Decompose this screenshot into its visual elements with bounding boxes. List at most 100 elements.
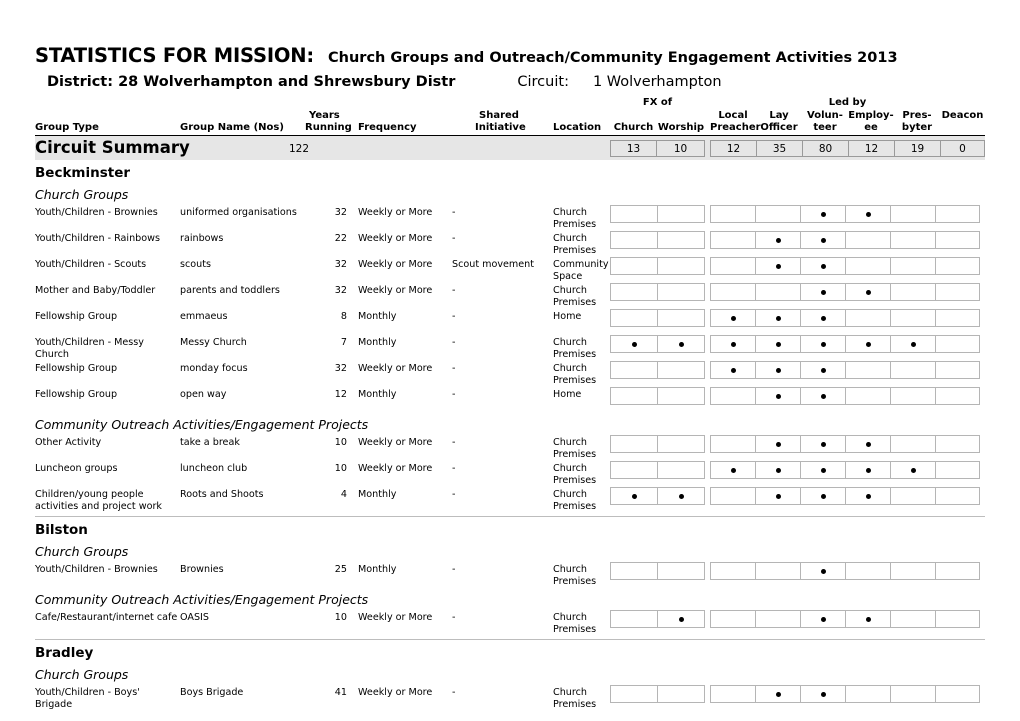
- led-employee-cell[interactable]: [845, 387, 891, 405]
- led-employee-cell[interactable]: [845, 231, 891, 249]
- fx-church-cell[interactable]: [610, 487, 658, 505]
- led-presbyter-cell[interactable]: [890, 461, 936, 479]
- led-volunteer-cell[interactable]: [800, 435, 846, 453]
- led-presbyter-cell[interactable]: [890, 335, 936, 353]
- fx-church-cell[interactable]: [610, 461, 658, 479]
- fx-church-cell[interactable]: [610, 335, 658, 353]
- led-volunteer-cell[interactable]: [800, 361, 846, 379]
- led-employee-cell[interactable]: [845, 283, 891, 301]
- led-local-preacher-cell[interactable]: [710, 461, 756, 479]
- led-lay-officer-cell[interactable]: [755, 387, 801, 405]
- fx-church-cell[interactable]: [610, 562, 658, 580]
- led-presbyter-cell[interactable]: [890, 487, 936, 505]
- led-lay-officer-cell[interactable]: [755, 361, 801, 379]
- led-employee-cell[interactable]: [845, 435, 891, 453]
- led-volunteer-cell[interactable]: [800, 487, 846, 505]
- led-local-preacher-cell[interactable]: [710, 335, 756, 353]
- led-presbyter-cell[interactable]: [890, 685, 936, 703]
- fx-church-cell[interactable]: [610, 435, 658, 453]
- led-local-preacher-cell[interactable]: [710, 685, 756, 703]
- led-lay-officer-cell[interactable]: [755, 335, 801, 353]
- fx-church-cell[interactable]: [610, 361, 658, 379]
- fx-church-cell[interactable]: [610, 257, 658, 275]
- led-deacon-cell[interactable]: [935, 283, 980, 301]
- led-deacon-cell[interactable]: [935, 231, 980, 249]
- fx-worship-cell[interactable]: [657, 562, 705, 580]
- led-presbyter-cell[interactable]: [890, 257, 936, 275]
- led-presbyter-cell[interactable]: [890, 283, 936, 301]
- led-presbyter-cell[interactable]: [890, 610, 936, 628]
- led-employee-cell[interactable]: [845, 335, 891, 353]
- led-volunteer-cell[interactable]: [800, 685, 846, 703]
- led-employee-cell[interactable]: [845, 309, 891, 327]
- led-local-preacher-cell[interactable]: [710, 610, 756, 628]
- led-local-preacher-cell[interactable]: [710, 487, 756, 505]
- led-deacon-cell[interactable]: [935, 610, 980, 628]
- fx-church-cell[interactable]: [610, 283, 658, 301]
- led-local-preacher-cell[interactable]: [710, 562, 756, 580]
- fx-worship-cell[interactable]: [657, 387, 705, 405]
- led-lay-officer-cell[interactable]: [755, 562, 801, 580]
- led-volunteer-cell[interactable]: [800, 205, 846, 223]
- fx-worship-cell[interactable]: [657, 461, 705, 479]
- led-volunteer-cell[interactable]: [800, 562, 846, 580]
- led-local-preacher-cell[interactable]: [710, 205, 756, 223]
- led-employee-cell[interactable]: [845, 487, 891, 505]
- led-lay-officer-cell[interactable]: [755, 487, 801, 505]
- fx-worship-cell[interactable]: [657, 231, 705, 249]
- led-deacon-cell[interactable]: [935, 387, 980, 405]
- fx-worship-cell[interactable]: [657, 610, 705, 628]
- fx-worship-cell[interactable]: [657, 309, 705, 327]
- led-employee-cell[interactable]: [845, 257, 891, 275]
- led-lay-officer-cell[interactable]: [755, 461, 801, 479]
- led-lay-officer-cell[interactable]: [755, 283, 801, 301]
- led-volunteer-cell[interactable]: [800, 610, 846, 628]
- led-presbyter-cell[interactable]: [890, 562, 936, 580]
- led-employee-cell[interactable]: [845, 610, 891, 628]
- led-deacon-cell[interactable]: [935, 685, 980, 703]
- led-employee-cell[interactable]: [845, 361, 891, 379]
- led-lay-officer-cell[interactable]: [755, 685, 801, 703]
- led-deacon-cell[interactable]: [935, 461, 980, 479]
- fx-worship-cell[interactable]: [657, 685, 705, 703]
- led-local-preacher-cell[interactable]: [710, 257, 756, 275]
- led-volunteer-cell[interactable]: [800, 309, 846, 327]
- fx-church-cell[interactable]: [610, 610, 658, 628]
- led-deacon-cell[interactable]: [935, 487, 980, 505]
- fx-worship-cell[interactable]: [657, 361, 705, 379]
- led-lay-officer-cell[interactable]: [755, 610, 801, 628]
- fx-church-cell[interactable]: [610, 387, 658, 405]
- fx-church-cell[interactable]: [610, 685, 658, 703]
- led-volunteer-cell[interactable]: [800, 387, 846, 405]
- led-employee-cell[interactable]: [845, 685, 891, 703]
- fx-church-cell[interactable]: [610, 309, 658, 327]
- led-presbyter-cell[interactable]: [890, 387, 936, 405]
- led-volunteer-cell[interactable]: [800, 231, 846, 249]
- led-employee-cell[interactable]: [845, 562, 891, 580]
- led-local-preacher-cell[interactable]: [710, 283, 756, 301]
- led-deacon-cell[interactable]: [935, 562, 980, 580]
- led-lay-officer-cell[interactable]: [755, 205, 801, 223]
- led-presbyter-cell[interactable]: [890, 205, 936, 223]
- led-volunteer-cell[interactable]: [800, 257, 846, 275]
- led-deacon-cell[interactable]: [935, 205, 980, 223]
- led-presbyter-cell[interactable]: [890, 361, 936, 379]
- led-local-preacher-cell[interactable]: [710, 435, 756, 453]
- fx-church-cell[interactable]: [610, 231, 658, 249]
- led-employee-cell[interactable]: [845, 205, 891, 223]
- fx-church-cell[interactable]: [610, 205, 658, 223]
- fx-worship-cell[interactable]: [657, 435, 705, 453]
- led-volunteer-cell[interactable]: [800, 461, 846, 479]
- led-lay-officer-cell[interactable]: [755, 435, 801, 453]
- led-local-preacher-cell[interactable]: [710, 361, 756, 379]
- led-deacon-cell[interactable]: [935, 309, 980, 327]
- fx-worship-cell[interactable]: [657, 205, 705, 223]
- led-local-preacher-cell[interactable]: [710, 231, 756, 249]
- led-volunteer-cell[interactable]: [800, 283, 846, 301]
- led-local-preacher-cell[interactable]: [710, 309, 756, 327]
- led-presbyter-cell[interactable]: [890, 231, 936, 249]
- led-volunteer-cell[interactable]: [800, 335, 846, 353]
- led-lay-officer-cell[interactable]: [755, 309, 801, 327]
- led-presbyter-cell[interactable]: [890, 309, 936, 327]
- led-employee-cell[interactable]: [845, 461, 891, 479]
